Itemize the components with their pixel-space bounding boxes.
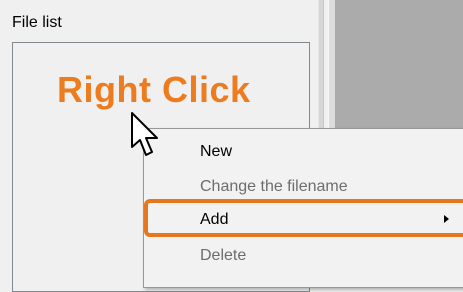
file-list-label: File list — [12, 14, 62, 31]
menu-item-delete[interactable]: Delete — [200, 246, 246, 266]
add-highlight-box — [144, 199, 463, 237]
right-click-annotation: Right Click — [57, 69, 251, 110]
mouse-pointer-icon — [128, 111, 162, 166]
menu-item-new[interactable]: New — [200, 142, 232, 162]
menu-item-change-filename[interactable]: Change the filename — [200, 177, 348, 197]
